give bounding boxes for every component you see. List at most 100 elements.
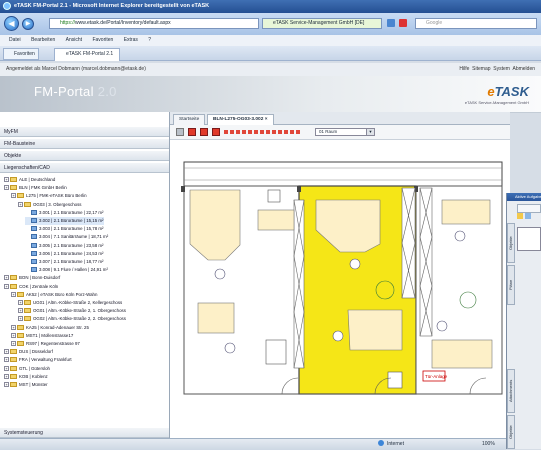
tree-item[interactable]: + KA25 | Konrad-Adenauer Str. 25 bbox=[11, 324, 89, 332]
tree-item[interactable]: + ALE | Deutschland bbox=[4, 176, 55, 184]
vtab-attachments[interactable]: Attachments bbox=[507, 369, 515, 413]
expand-toggle-icon[interactable]: + bbox=[4, 283, 9, 289]
system-link[interactable]: System bbox=[493, 66, 510, 72]
tree-item[interactable]: + UG01 | Altm.-Köbke-Straße 2, Kellergesc… bbox=[18, 299, 122, 307]
panel-fm-bausteine[interactable]: FM-Bausteine bbox=[0, 139, 169, 149]
search-input[interactable]: Google bbox=[415, 18, 537, 29]
tree-item[interactable]: + AK52 | eTASK Büro Köln Porz-Wahn bbox=[11, 291, 97, 299]
expand-toggle-icon[interactable]: + bbox=[4, 185, 9, 191]
expand-toggle-icon[interactable]: + bbox=[18, 201, 23, 207]
favorites-button[interactable]: Favoriten bbox=[3, 48, 39, 60]
layer-icon[interactable] bbox=[224, 130, 228, 134]
menu-item-datei[interactable]: Datei bbox=[9, 37, 21, 43]
menu-item-help[interactable]: ? bbox=[148, 37, 151, 43]
tree-item[interactable]: + OG02 | Altm.-Köbke-Straße 2, 2. Oberges… bbox=[18, 315, 126, 323]
panel-liegenschaften[interactable]: Liegenschaften/CAD bbox=[0, 163, 169, 173]
vtab-objekte[interactable]: Objekte bbox=[507, 223, 515, 263]
panel-objekte[interactable]: Objekte bbox=[0, 151, 169, 161]
address-input[interactable]: https://www.etask.de/Portal/Inventory/de… bbox=[49, 18, 259, 29]
tab-room[interactable]: BLN-L275-OG03-3.002 × bbox=[207, 114, 274, 125]
layer-icon[interactable] bbox=[242, 130, 246, 134]
tab-startseite[interactable]: Startseite bbox=[173, 114, 206, 125]
expand-toggle-icon[interactable]: + bbox=[4, 275, 9, 281]
expand-toggle-icon[interactable]: + bbox=[4, 357, 9, 363]
zoom-level[interactable]: 100% bbox=[482, 439, 495, 450]
refresh-icon[interactable] bbox=[387, 19, 395, 27]
expand-toggle-icon[interactable]: + bbox=[11, 193, 16, 199]
document-icon[interactable] bbox=[525, 213, 531, 219]
expand-toggle-icon[interactable]: + bbox=[4, 349, 9, 355]
layer-icon[interactable] bbox=[254, 130, 258, 134]
tree-item[interactable]: + GTL | Gütersloh bbox=[4, 365, 50, 373]
tree-item[interactable]: + RS97 | Regentenstrasse 97 bbox=[11, 340, 80, 348]
expand-toggle-icon[interactable]: + bbox=[18, 316, 23, 322]
expand-toggle-icon[interactable]: + bbox=[4, 177, 9, 182]
expand-toggle-icon[interactable]: + bbox=[11, 341, 16, 346]
expand-toggle-icon[interactable]: + bbox=[11, 332, 16, 338]
tree-item[interactable]: 3.008 | 9.1 Flure / Hallen | 24,91 m² bbox=[25, 266, 108, 274]
expand-toggle-icon[interactable]: + bbox=[4, 382, 9, 387]
panel-systemsteuerung[interactable]: Systemsteuerung bbox=[0, 428, 169, 438]
panel-myfm[interactable]: MyFM bbox=[0, 127, 169, 137]
expand-toggle-icon[interactable]: + bbox=[4, 365, 9, 371]
menu-item-favoriten[interactable]: Favoriten bbox=[92, 37, 113, 43]
folder-icon[interactable] bbox=[517, 213, 523, 219]
layer-icon[interactable] bbox=[290, 130, 294, 134]
layer-icon[interactable] bbox=[236, 130, 240, 134]
pan-icon[interactable] bbox=[212, 128, 220, 136]
expand-toggle-icon[interactable]: + bbox=[18, 308, 23, 314]
layer-icon[interactable] bbox=[266, 130, 270, 134]
tree-item[interactable]: + MST | Münster bbox=[4, 381, 48, 389]
menu-item-ansicht[interactable]: Ansicht bbox=[66, 37, 82, 43]
menu-item-extras[interactable]: Extras bbox=[124, 37, 138, 43]
layer-icon[interactable] bbox=[230, 130, 234, 134]
menu-item-bearbeiten[interactable]: Bearbeiten bbox=[31, 37, 55, 43]
tree-item[interactable]: 3.001 | 2.1 Büroräume | 22,17 m² bbox=[25, 209, 104, 217]
forward-button[interactable]: ▶ bbox=[22, 18, 34, 30]
expand-toggle-icon[interactable]: + bbox=[11, 324, 16, 330]
expand-toggle-icon[interactable]: + bbox=[4, 373, 9, 379]
layer-icon[interactable] bbox=[296, 130, 300, 134]
tree-item[interactable]: + BLN | FMK GmbH Berlin bbox=[4, 184, 67, 192]
vtab-objekte-2[interactable]: Objekte bbox=[507, 415, 515, 449]
layer-icon[interactable] bbox=[260, 130, 264, 134]
tree-item[interactable]: 3.005 | 2.1 Büroräume | 23,58 m² bbox=[25, 242, 104, 250]
floating-window[interactable]: Aktive Aufgaben Objekte Pläne Attachment… bbox=[506, 193, 541, 449]
sitemap-link[interactable]: Sitemap bbox=[472, 66, 490, 72]
vtab-plaene[interactable]: Pläne bbox=[507, 265, 515, 305]
browser-tab[interactable]: eTASK FM-Portal 2.1 bbox=[54, 48, 121, 61]
tree-item[interactable]: + COK | Zentrale Köln bbox=[4, 283, 58, 291]
tree-item[interactable]: + KOB | Koblenz bbox=[4, 373, 48, 381]
tree-item[interactable]: + OG03 | 3. Obergeschoss bbox=[18, 201, 82, 209]
back-button[interactable]: ◀ bbox=[4, 16, 19, 31]
tree-item[interactable]: 3.006 | 2.1 Büroräume | 24,53 m² bbox=[25, 250, 104, 258]
tree-item[interactable]: + FRA | Verwaltung Frankfurt bbox=[4, 356, 72, 364]
print-icon[interactable] bbox=[176, 128, 184, 136]
layer-icon[interactable] bbox=[272, 130, 276, 134]
tree-item[interactable]: + OG01 | Altm.-Köbke-Straße 2, 1. Oberges… bbox=[18, 307, 126, 315]
layer-icon[interactable] bbox=[284, 130, 288, 134]
zoom-out-icon[interactable] bbox=[200, 128, 208, 136]
tree-item[interactable]: + BON | Bonn-Duisdorf bbox=[4, 274, 60, 282]
layer-icon[interactable] bbox=[248, 130, 252, 134]
expand-toggle-icon[interactable]: + bbox=[11, 291, 16, 297]
stop-icon[interactable] bbox=[399, 19, 407, 27]
floating-menu[interactable] bbox=[517, 204, 541, 213]
tree-item[interactable]: + DUS | Düsseldorf bbox=[4, 348, 53, 356]
expand-toggle-icon[interactable]: + bbox=[18, 300, 23, 305]
help-link[interactable]: Hilfe bbox=[459, 66, 469, 72]
logout-link[interactable]: Abmelden bbox=[512, 66, 535, 72]
floor-plan[interactable]: Tür-Anlage bbox=[170, 140, 510, 438]
tree-item[interactable]: 3.002 | 2.1 Büroräume | 15,15 m² bbox=[25, 217, 104, 225]
zoom-in-icon[interactable] bbox=[188, 128, 196, 136]
favorites-label: Favoriten bbox=[14, 51, 35, 57]
tree-item[interactable]: 3.007 | 2.1 Büroräume | 18,77 m² bbox=[25, 258, 104, 266]
tree-item[interactable]: + L275 | FMK-eTASK Büro Berlin bbox=[11, 192, 87, 200]
tree-item[interactable]: 3.004 | 7.1 Sanitärräume | 18,71 m² bbox=[25, 233, 108, 241]
floor-select[interactable]: 01 Raum ▼ bbox=[315, 128, 375, 136]
tree-item[interactable]: + MST1 | Mollenstrasse17 bbox=[11, 332, 73, 340]
ssl-certificate-indicator[interactable]: eTASK Service-Management GmbH [DE] bbox=[262, 18, 382, 29]
close-icon[interactable]: × bbox=[265, 117, 268, 122]
tree-item[interactable]: 3.003 | 2.1 Büroräume | 15,78 m² bbox=[25, 225, 104, 233]
layer-icon[interactable] bbox=[278, 130, 282, 134]
